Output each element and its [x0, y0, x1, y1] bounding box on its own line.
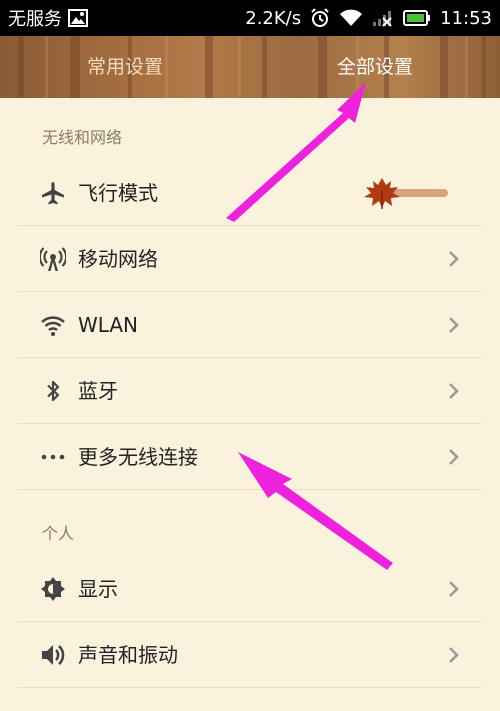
- more-dots-icon: [40, 444, 66, 470]
- tab-all-settings[interactable]: 全部设置: [290, 36, 460, 98]
- chevron-right-icon: [448, 580, 460, 598]
- settings-item-label: 蓝牙: [78, 379, 118, 403]
- settings-item-display[interactable]: 显示: [18, 556, 482, 622]
- battery-icon: [403, 10, 431, 26]
- settings-item-more-wireless[interactable]: 更多无线连接: [18, 424, 482, 490]
- network-speed: 2.2K/s: [245, 7, 302, 29]
- chevron-right-icon: [448, 448, 460, 466]
- settings-item-mobile-network[interactable]: 移动网络: [18, 226, 482, 292]
- section-header-wireless: 无线和网络: [42, 128, 123, 147]
- settings-item-sound-vibration[interactable]: 声音和振动: [18, 622, 482, 688]
- settings-item-airplane-mode[interactable]: 飞行模式: [18, 160, 482, 226]
- alarm-icon: [310, 8, 330, 28]
- no-signal-icon: [372, 9, 394, 27]
- airplane-mode-toggle[interactable]: [360, 176, 450, 210]
- bluetooth-icon: [40, 378, 66, 404]
- airplane-icon: [40, 180, 66, 206]
- settings-item-bluetooth[interactable]: 蓝牙: [18, 358, 482, 424]
- status-bar: 无服务 2.2K/s 11:53: [0, 0, 500, 36]
- chevron-right-icon: [448, 250, 460, 268]
- speaker-icon: [40, 642, 66, 668]
- brightness-icon: [40, 576, 66, 602]
- settings-item-label: WLAN: [78, 313, 139, 337]
- image-notification-icon: [68, 9, 88, 27]
- clock-text: 11:53: [440, 7, 492, 29]
- section-header-personal: 个人: [42, 524, 75, 543]
- chevron-right-icon: [448, 316, 460, 334]
- tab-common-settings[interactable]: 常用设置: [40, 36, 210, 98]
- carrier-text: 无服务: [8, 9, 62, 30]
- settings-item-wlan[interactable]: WLAN: [18, 292, 482, 358]
- settings-item-label: 显示: [78, 577, 118, 601]
- settings-item-label: 声音和振动: [78, 643, 178, 667]
- settings-item-label: 飞行模式: [78, 181, 158, 205]
- settings-header: 常用设置 全部设置: [0, 36, 500, 98]
- settings-item-label: 移动网络: [78, 247, 158, 271]
- wifi-icon: [40, 312, 66, 338]
- wifi-status-icon: [339, 9, 363, 27]
- chevron-right-icon: [448, 646, 460, 664]
- settings-item-label: 更多无线连接: [78, 445, 198, 469]
- chevron-right-icon: [448, 382, 460, 400]
- signal-tower-icon: [38, 246, 68, 272]
